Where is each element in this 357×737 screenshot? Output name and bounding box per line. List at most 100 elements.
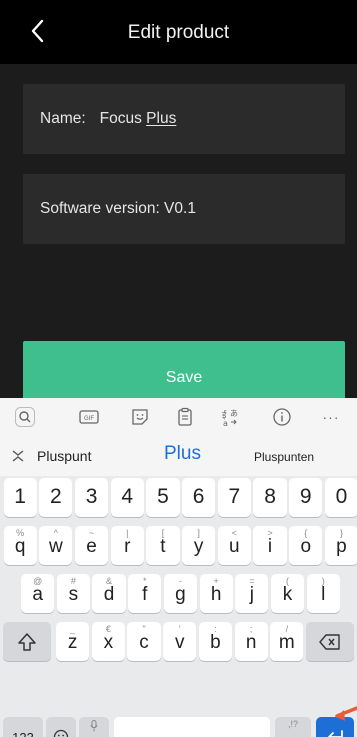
key-7-label: 7	[228, 485, 241, 508]
key-3[interactable]: 3	[74, 478, 109, 517]
key-y-label: y	[193, 536, 204, 557]
suggestion-center[interactable]: Plus	[164, 443, 201, 465]
shift-icon	[18, 632, 36, 651]
key-0[interactable]: 0	[324, 478, 357, 517]
key-c-label: c	[139, 632, 149, 653]
backspace-icon	[319, 633, 340, 650]
emoji-icon	[53, 729, 69, 737]
key-s[interactable]: # s	[56, 574, 90, 613]
key-y[interactable]: ] y	[182, 526, 216, 565]
save-button-label: Save	[165, 369, 203, 386]
suggestion-right[interactable]: Pluspunten	[254, 450, 314, 464]
sticker-icon	[132, 409, 148, 425]
enter-icon	[328, 729, 343, 737]
key-0-label: 0	[335, 485, 348, 508]
keyboard: GIF ई あ a ··· Pluspunt Plus Pluspunten 1…	[0, 398, 357, 737]
collapse-icon[interactable]	[10, 448, 26, 464]
key-9[interactable]: 9	[289, 478, 323, 517]
key-t-label: t	[160, 536, 166, 557]
period-key[interactable]: ,!?.	[275, 717, 311, 737]
key-p[interactable]: } p	[324, 526, 357, 565]
key-f[interactable]: * f	[128, 574, 162, 613]
key-v[interactable]: ' v	[163, 622, 197, 661]
key-k[interactable]: (k	[270, 574, 305, 613]
key-j[interactable]: = j	[235, 574, 269, 613]
key-h[interactable]: + h	[199, 574, 233, 613]
key-a-label: a	[32, 584, 43, 605]
translate-icon: ई あ a	[222, 409, 238, 427]
key-9-label: 9	[299, 485, 312, 508]
sticker-tool-button[interactable]	[127, 404, 153, 430]
key-l[interactable]: ) l	[306, 574, 340, 613]
backspace-key[interactable]	[306, 622, 354, 661]
key-d[interactable]: & d	[92, 574, 126, 613]
key-t[interactable]: [t	[146, 526, 180, 565]
key-4[interactable]: 4	[110, 478, 144, 517]
key-c[interactable]: " c	[127, 622, 161, 661]
svg-text:あ: あ	[230, 409, 238, 418]
key-r[interactable]: | r	[110, 526, 144, 565]
key-s-label: s	[68, 584, 79, 605]
key-1-label: 1	[14, 485, 26, 508]
translate-tool-button[interactable]: ई あ a	[218, 404, 244, 430]
key-2-label: 2	[49, 485, 62, 508]
key-a[interactable]: @ a	[21, 574, 55, 613]
key-7[interactable]: 7	[217, 478, 251, 517]
key-b[interactable]: :b	[198, 622, 233, 661]
software-version-row: Software version: V0.1	[23, 174, 345, 244]
key-3-label: 3	[85, 485, 98, 508]
key-w-label: w	[48, 536, 63, 557]
comma-key[interactable]: ,	[79, 717, 109, 737]
search-tool-button[interactable]	[12, 404, 38, 430]
key-6-label: 6	[192, 485, 205, 508]
info-icon	[273, 408, 291, 426]
key-g[interactable]: -g	[163, 574, 198, 613]
key-b-label: b	[210, 632, 221, 653]
key-q[interactable]: % q	[3, 526, 37, 565]
clipboard-tool-button[interactable]	[172, 404, 198, 430]
space-key[interactable]: Microsoft SwiftKey	[114, 717, 270, 737]
key-p-label: p	[336, 536, 347, 557]
keyboard-toolbar: GIF ई あ a ···	[0, 398, 357, 436]
key-k-label: k	[282, 584, 293, 605]
key-x[interactable]: € x	[91, 622, 125, 661]
key-1[interactable]: 1	[3, 478, 37, 517]
key-o[interactable]: {o	[289, 526, 323, 565]
key-i[interactable]: > i	[253, 526, 287, 565]
key-q-label: q	[14, 536, 26, 557]
key-m[interactable]: / m	[270, 622, 304, 661]
key-5-label: 5	[157, 485, 169, 508]
key-2[interactable]: 2	[39, 478, 73, 517]
key-n-label: n	[245, 632, 257, 653]
key-i-label: i	[267, 536, 273, 557]
key-o-label: o	[300, 536, 312, 557]
numbers-key[interactable]: 123	[3, 717, 43, 737]
suggestion-left[interactable]: Pluspunt	[37, 448, 91, 464]
key-e[interactable]: ~ e	[74, 526, 109, 565]
save-button[interactable]: Save	[23, 341, 345, 401]
shift-key[interactable]	[3, 622, 51, 661]
more-tool-button[interactable]: ···	[318, 404, 344, 430]
key-d-label: d	[103, 584, 115, 605]
key-j-label: j	[249, 584, 254, 605]
info-tool-button[interactable]	[269, 404, 295, 430]
software-version-text: Software version: V0.1	[40, 200, 196, 217]
emoji-key[interactable]	[46, 717, 76, 737]
key-z[interactable]: _ z	[56, 622, 90, 661]
microphone-icon	[90, 720, 98, 732]
svg-text:a: a	[223, 419, 228, 427]
key-w[interactable]: ^ w	[39, 526, 73, 565]
key-n[interactable]: ; n	[234, 622, 268, 661]
key-4-label: 4	[121, 485, 134, 508]
name-field[interactable]: Name: Focus Plus	[23, 84, 345, 154]
gif-tool-button[interactable]: GIF	[76, 404, 102, 430]
key-5[interactable]: 5	[146, 478, 180, 517]
key-6[interactable]: 6	[182, 478, 216, 517]
suggestion-bar: Pluspunt Plus Pluspunten	[0, 436, 357, 476]
key-x-label: x	[103, 632, 114, 653]
key-8[interactable]: 8	[253, 478, 287, 517]
key-h-label: h	[210, 584, 222, 605]
name-field-text: Name: Focus Plus	[40, 110, 176, 128]
key-u[interactable]: < u	[217, 526, 251, 565]
app-header: Edit product	[0, 0, 357, 64]
